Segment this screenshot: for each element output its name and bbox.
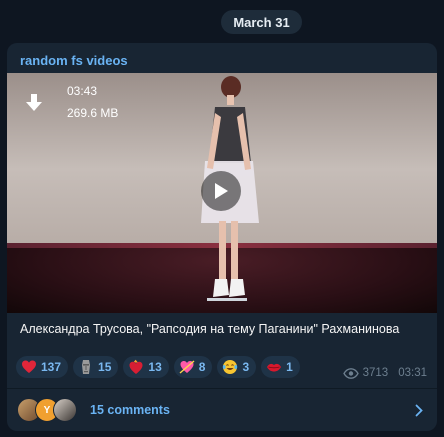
video-preview[interactable]: 03:43 269.6 MB — [7, 73, 437, 313]
red-heart-icon — [22, 360, 36, 373]
comments-count-label: 15 comments — [90, 403, 170, 417]
reaction-moai[interactable]: 15 — [73, 356, 119, 378]
moai-icon — [82, 360, 91, 374]
post-caption: Александра Трусова, "Рапсодия на тему Па… — [20, 322, 400, 336]
video-duration: 03:43 — [67, 84, 98, 98]
video-file-size: 269.6 MB — [67, 106, 119, 120]
channel-name[interactable]: random fs videos — [20, 53, 128, 68]
reaction-heart-on-fire[interactable]: 13 — [123, 356, 169, 378]
heart-on-fire-icon — [129, 359, 143, 374]
commenter-avatars: Y — [17, 398, 79, 422]
reaction-heart-with-arrow[interactable]: 8 — [173, 356, 213, 378]
play-icon — [215, 183, 228, 199]
kiss-lips-icon — [267, 363, 282, 372]
reaction-count: 137 — [41, 360, 62, 374]
eye-icon — [342, 367, 359, 379]
play-button[interactable] — [201, 171, 241, 211]
heart-with-arrow-icon — [179, 360, 195, 374]
chevron-right-icon — [415, 404, 423, 417]
reaction-kiss-lips[interactable]: 1 — [261, 356, 300, 378]
reaction-count: 15 — [98, 360, 112, 374]
download-arrow-icon[interactable] — [25, 93, 43, 113]
reaction-red-heart[interactable]: 137 — [16, 356, 69, 378]
face-with-tears-of-joy-icon — [223, 360, 238, 374]
post-stats: 3713 03:31 — [342, 367, 427, 379]
channel-post: random fs videos 03:43 269.6 MB Александ… — [7, 43, 437, 431]
reaction-count: 3 — [242, 360, 250, 374]
post-time: 03:31 — [398, 367, 427, 379]
reaction-count: 13 — [148, 360, 162, 374]
reaction-tears-of-joy[interactable]: 3 — [217, 356, 257, 378]
comments-button[interactable]: Y 15 comments — [7, 389, 437, 431]
view-count: 3713 — [362, 367, 389, 379]
reaction-count: 1 — [286, 360, 293, 374]
reactions-bar: 137 15 13 8 3 1 — [16, 356, 300, 378]
reaction-count: 8 — [198, 360, 206, 374]
avatar — [53, 398, 77, 422]
date-separator: March 31 — [221, 10, 302, 34]
